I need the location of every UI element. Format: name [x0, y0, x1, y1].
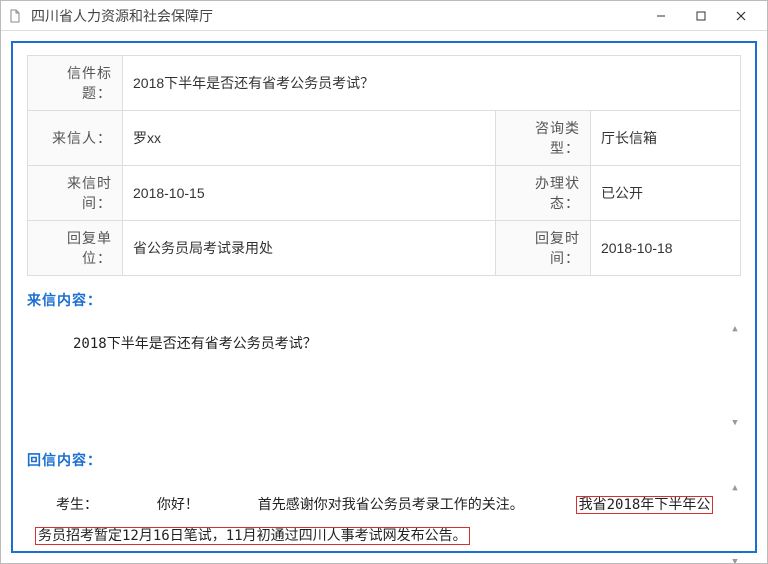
- minimize-button[interactable]: [641, 2, 681, 30]
- scroll-up-icon[interactable]: ▲: [729, 322, 741, 336]
- reply-content: 考生： 你好！ 首先感谢你对我省公务员考录工作的关注。 我省2018年下半年公务…: [27, 476, 741, 563]
- label-consult-type: 咨询类型：: [495, 111, 590, 166]
- value-reply-date: 2018-10-18: [590, 221, 740, 276]
- label-reply-date: 回复时间：: [495, 221, 590, 276]
- scroll-track[interactable]: [729, 336, 741, 416]
- reply-section-title: 回信内容：: [27, 450, 741, 470]
- document-icon: [7, 8, 23, 24]
- window-controls: [641, 2, 761, 30]
- content-area: 信件标题： 2018下半年是否还有省考公务员考试？ 来信人： 罗xx 咨询类型：…: [1, 31, 767, 563]
- incoming-scrollbar[interactable]: ▲ ▼: [729, 322, 741, 430]
- info-table: 信件标题： 2018下半年是否还有省考公务员考试？ 来信人： 罗xx 咨询类型：…: [27, 55, 741, 276]
- incoming-section-title: 来信内容：: [27, 290, 741, 310]
- incoming-content: 2018下半年是否还有省考公务员考试？ ▲ ▼: [27, 316, 741, 436]
- reply-scrollbar[interactable]: ▲ ▼: [729, 482, 741, 563]
- value-reply-unit: 省公务员局考试录用处: [123, 221, 496, 276]
- value-sender: 罗xx: [123, 111, 496, 166]
- incoming-body: 2018下半年是否还有省考公务员考试？: [73, 336, 317, 352]
- reply-greeting-2: 你好！: [157, 497, 199, 513]
- reply-greeting-1: 考生：: [35, 490, 98, 521]
- letter-panel: 信件标题： 2018下半年是否还有省考公务员考试？ 来信人： 罗xx 咨询类型：…: [11, 41, 757, 553]
- app-window: 四川省人力资源和社会保障厅 信件标题： 2018下半年是否还有省考公务员考试？: [0, 0, 768, 564]
- label-reply-unit: 回复单位：: [28, 221, 123, 276]
- scroll-down-icon[interactable]: ▼: [729, 416, 741, 430]
- scroll-track[interactable]: [729, 496, 741, 556]
- value-status: 已公开: [590, 166, 740, 221]
- scroll-up-icon[interactable]: ▲: [729, 482, 741, 496]
- value-sent-date: 2018-10-15: [123, 166, 496, 221]
- label-sender: 来信人：: [28, 111, 123, 166]
- window-title: 四川省人力资源和社会保障厅: [31, 6, 641, 26]
- label-subject: 信件标题：: [28, 56, 123, 111]
- scroll-down-icon[interactable]: ▼: [729, 556, 741, 563]
- label-sent-date: 来信时间：: [28, 166, 123, 221]
- maximize-button[interactable]: [681, 2, 721, 30]
- close-button[interactable]: [721, 2, 761, 30]
- label-status: 办理状态：: [495, 166, 590, 221]
- titlebar: 四川省人力资源和社会保障厅: [1, 1, 767, 31]
- value-consult-type: 厅长信箱: [590, 111, 740, 166]
- reply-line-a: 首先感谢你对我省公务员考录工作的关注。: [258, 497, 524, 513]
- value-subject: 2018下半年是否还有省考公务员考试？: [123, 56, 741, 111]
